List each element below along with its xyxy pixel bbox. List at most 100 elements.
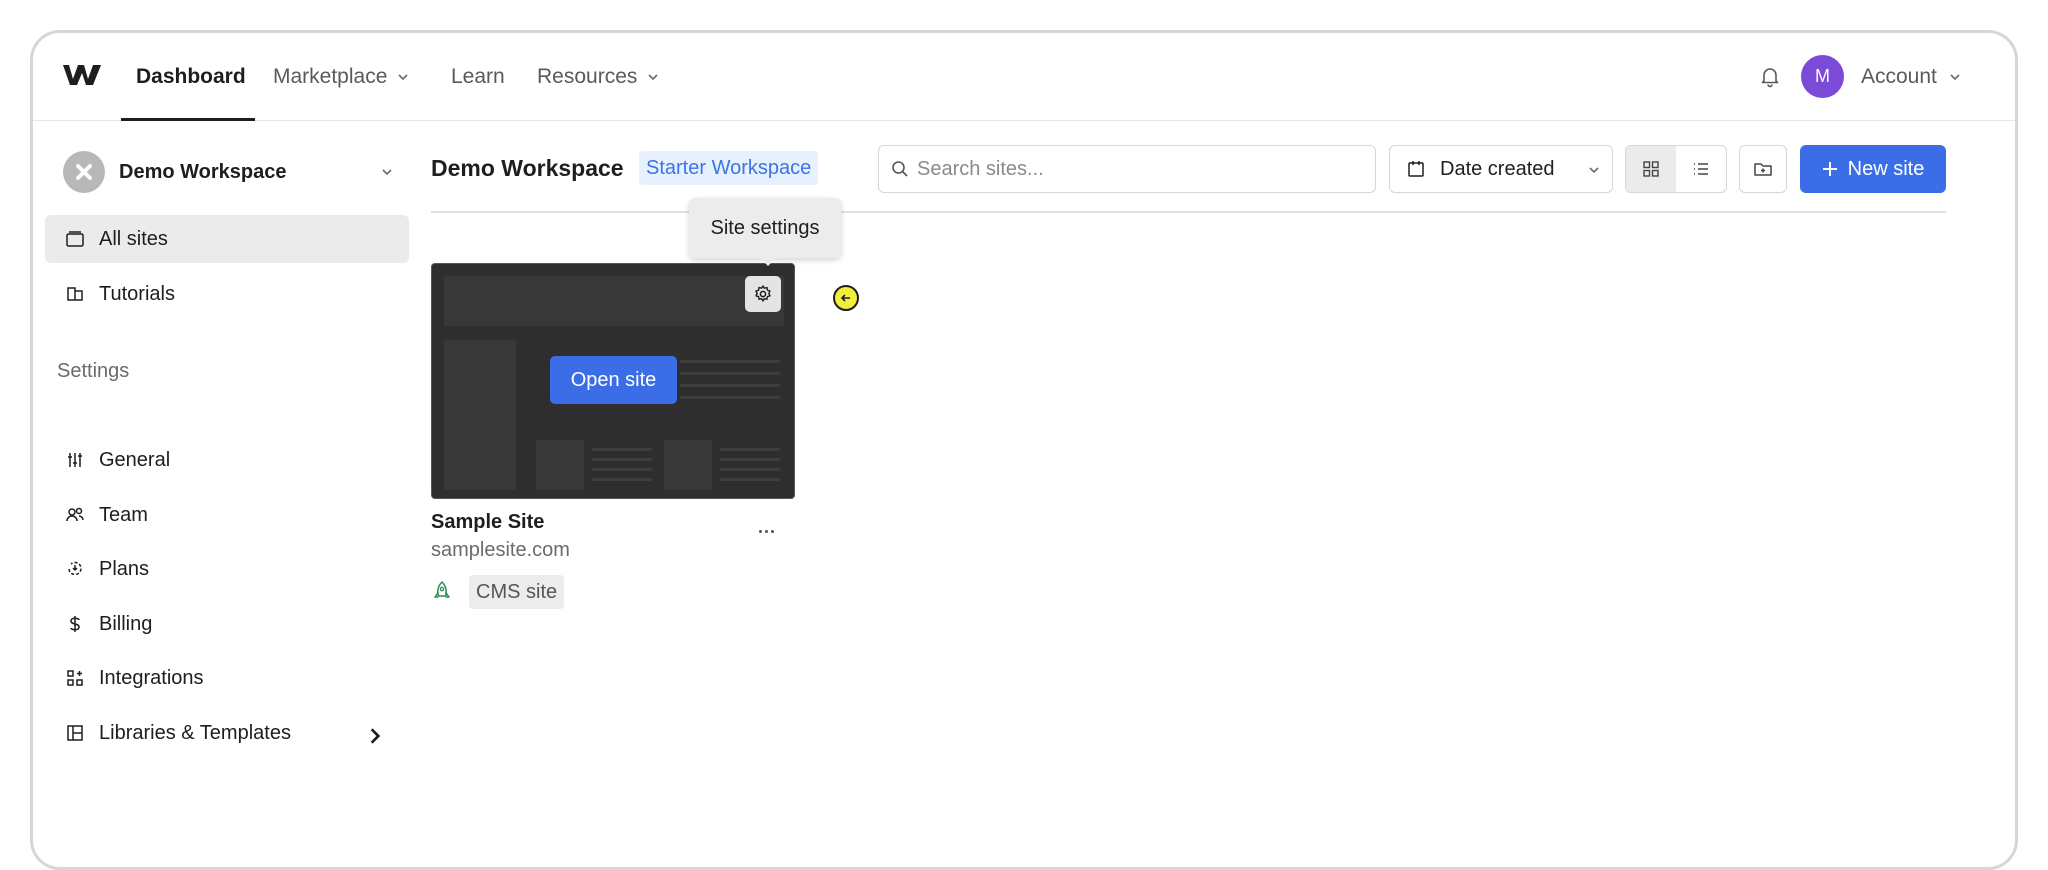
- chevron-down-icon: [1950, 74, 1960, 81]
- nav-learn-label: Learn: [451, 65, 505, 88]
- tooltip-arrow: [760, 258, 776, 266]
- thumb-line: [592, 458, 652, 461]
- grid-view-button[interactable]: [1626, 146, 1676, 192]
- search-input[interactable]: [917, 157, 1357, 181]
- sidebar-item-billing[interactable]: Billing: [45, 600, 409, 648]
- thumb-line: [592, 468, 652, 471]
- plan-badge[interactable]: Starter Workspace: [639, 151, 819, 185]
- sidebar-item-tutorials[interactable]: Tutorials: [45, 270, 409, 318]
- thumb-line: [680, 384, 780, 387]
- sidebar-item-libraries[interactable]: Libraries & Templates: [45, 709, 409, 757]
- gear-icon: [755, 285, 771, 302]
- nav-dashboard-label: Dashboard: [136, 65, 246, 88]
- plans-icon: [68, 561, 82, 576]
- thumb-line: [592, 478, 652, 481]
- workspace-name: Demo Workspace: [119, 160, 287, 183]
- workspace-icon: [63, 151, 105, 193]
- open-site-label: Open site: [570, 368, 657, 391]
- sidebar-item-label: Billing: [99, 612, 153, 635]
- thumb-line: [592, 448, 652, 451]
- tutorial-icon: [67, 287, 83, 301]
- thumb-line: [680, 360, 780, 363]
- workspace-logo-icon: [73, 161, 95, 183]
- sidebar-item-general[interactable]: General: [45, 436, 409, 484]
- thumb-line: [720, 468, 780, 471]
- account-label: Account: [1861, 65, 1937, 88]
- nav-resources[interactable]: Resources: [537, 33, 659, 121]
- thumb-line: [680, 372, 780, 375]
- sidebar-item-team[interactable]: Team: [45, 491, 409, 539]
- chevron-down-icon: [382, 169, 392, 176]
- dot: [764, 529, 768, 533]
- workspace-switcher[interactable]: Demo Workspace: [63, 148, 403, 196]
- account-menu[interactable]: Account: [1861, 33, 1961, 121]
- sidebar-item-plans[interactable]: Plans: [45, 545, 409, 593]
- bell-icon[interactable]: [1758, 64, 1782, 88]
- thumb-line: [720, 458, 780, 461]
- new-site-button[interactable]: New site: [1800, 145, 1946, 193]
- sidebar-item-label: Libraries & Templates: [99, 721, 291, 744]
- view-toggle: [1625, 145, 1727, 193]
- sidebar-item-label: Plans: [99, 557, 150, 580]
- grid-icon: [1643, 161, 1659, 177]
- chevron-right-icon: [370, 728, 381, 744]
- thumb-line: [720, 478, 780, 481]
- page-title: Demo Workspace: [431, 155, 624, 181]
- dot: [770, 529, 774, 533]
- folder-icon: [66, 231, 84, 247]
- chevron-down-icon: [648, 74, 658, 81]
- dollar-icon: [70, 616, 80, 632]
- open-site-button[interactable]: Open site: [550, 356, 677, 404]
- cms-rocket-icon: [434, 581, 450, 598]
- search-field[interactable]: [878, 145, 1376, 193]
- nav-learn[interactable]: Learn: [451, 33, 505, 121]
- site-name[interactable]: Sample Site: [431, 511, 544, 534]
- search-icon: [892, 161, 908, 177]
- avatar-initial: M: [1815, 66, 1830, 86]
- site-url[interactable]: samplesite.com: [431, 539, 570, 562]
- plus-icon: [1822, 162, 1837, 176]
- chevron-down-icon: [398, 74, 408, 81]
- nav-active-underline: [121, 118, 255, 121]
- avatar[interactable]: M: [1801, 55, 1844, 98]
- sort-label: Date created: [1440, 157, 1555, 180]
- app-window: Dashboard Marketplace Learn Resources M …: [30, 30, 2018, 870]
- sidebar-item-integrations[interactable]: Integrations: [45, 654, 409, 702]
- new-folder-button[interactable]: [1739, 145, 1787, 193]
- team-icon: [66, 507, 84, 522]
- thumb-line: [720, 448, 780, 451]
- nav-marketplace[interactable]: Marketplace: [273, 33, 409, 121]
- sidebar-item-label: General: [99, 448, 171, 471]
- sort-dropdown[interactable]: Date created: [1389, 145, 1613, 193]
- thumb-header-block: [444, 276, 784, 326]
- library-icon: [67, 725, 83, 741]
- list-view-button[interactable]: [1676, 146, 1726, 192]
- cms-badge: CMS site: [469, 575, 565, 609]
- sidebar-item-label: Integrations: [99, 666, 204, 689]
- calendar-icon: [1408, 161, 1424, 177]
- thumb-line: [680, 396, 780, 399]
- folder-plus-icon: [1754, 163, 1772, 176]
- sidebar-item-label: Tutorials: [99, 282, 175, 305]
- nav-marketplace-label: Marketplace: [273, 65, 388, 88]
- thumb-content-block: [536, 440, 584, 490]
- sidebar-item-label: All sites: [99, 227, 168, 250]
- arrow-left-icon: [840, 294, 850, 302]
- dot: [758, 529, 762, 533]
- site-more-button[interactable]: [751, 521, 781, 541]
- new-site-label: New site: [1847, 157, 1925, 180]
- chevron-down-icon: [1589, 167, 1599, 174]
- settings-heading: Settings: [57, 360, 130, 382]
- sliders-icon: [68, 453, 82, 467]
- nav-dashboard[interactable]: Dashboard: [136, 33, 246, 121]
- site-settings-button[interactable]: [745, 276, 781, 312]
- integrations-icon: [67, 670, 83, 686]
- plan-badge-label: Starter Workspace: [646, 156, 812, 179]
- site-thumbnail[interactable]: Open site: [431, 263, 795, 499]
- webflow-logo-icon[interactable]: [61, 59, 103, 89]
- cms-badge-label: CMS site: [476, 580, 558, 603]
- nav-resources-label: Resources: [537, 65, 638, 88]
- site-settings-tooltip: Site settings: [689, 198, 841, 258]
- sidebar-item-all-sites[interactable]: All sites: [45, 215, 409, 263]
- thumb-sidebar-block: [444, 340, 516, 490]
